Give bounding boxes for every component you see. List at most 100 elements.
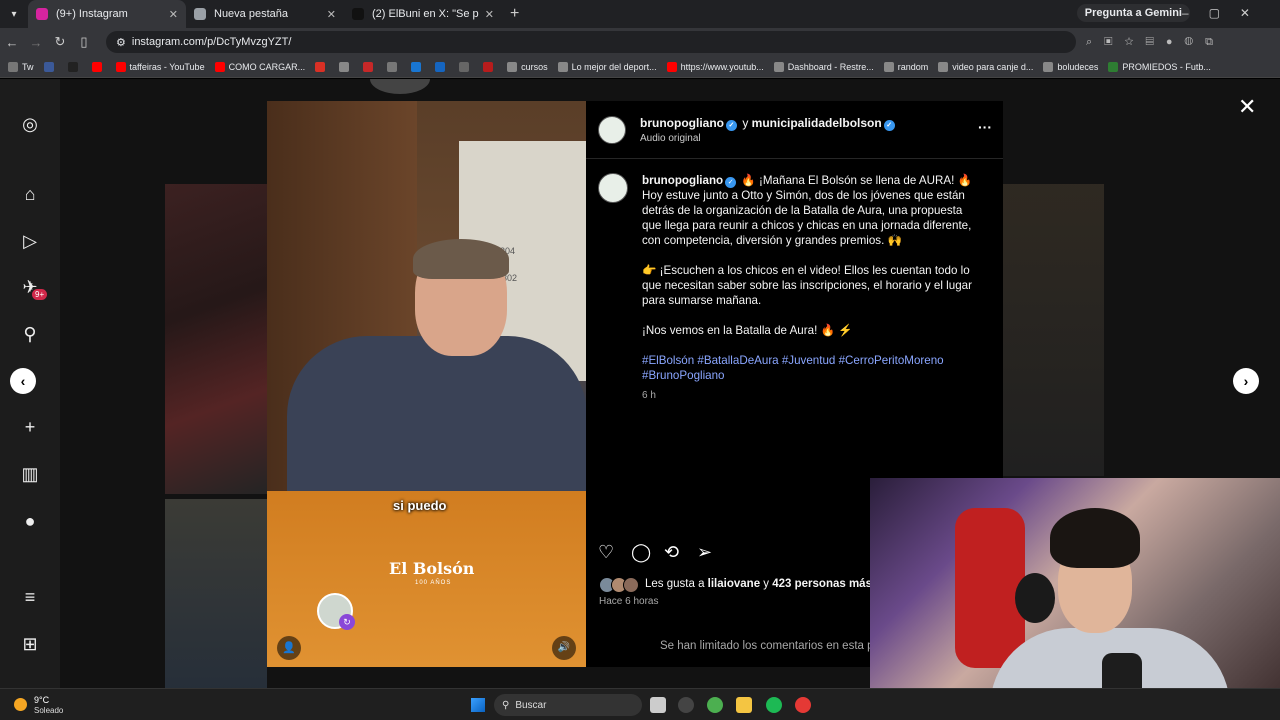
bookmark-favicon-icon: [883, 61, 894, 72]
collab-icon: ↻: [339, 614, 355, 630]
spotify-icon[interactable]: [766, 697, 782, 713]
bookmark-label: Lo mejor del deport...: [571, 61, 657, 72]
task-view-icon[interactable]: [650, 697, 666, 713]
bookmark-item[interactable]: [315, 61, 329, 72]
like-icon[interactable]: ♡: [598, 542, 631, 563]
tab-search-icon[interactable]: ▾: [0, 0, 28, 28]
next-post-arrow-icon[interactable]: ›: [1233, 368, 1259, 394]
bookmark-item[interactable]: [435, 61, 449, 72]
comment-icon[interactable]: ◯: [631, 542, 664, 563]
back-icon[interactable]: ←: [0, 35, 24, 50]
more-icon[interactable]: ⊞: [18, 632, 42, 656]
bookmark-item[interactable]: [363, 61, 377, 72]
browser-toolbar: ← → ↻ ▯ ⚙ instagram.com/p/DcTyMvzgYZT/ ⌕…: [0, 28, 1280, 56]
gemini-button[interactable]: Pregunta a Gemini: [1076, 4, 1190, 22]
likes-prefix: Les gusta a: [645, 578, 705, 590]
share-icon[interactable]: ➢: [697, 542, 730, 563]
profile-icon[interactable]: ●: [18, 509, 42, 533]
create-icon[interactable]: +: [18, 415, 42, 439]
browser-tab[interactable]: Nueva pestaña ✕: [186, 0, 344, 28]
bookmark-item[interactable]: [483, 61, 497, 72]
bookmark-item[interactable]: cursos: [507, 61, 548, 72]
tab-strip: ▾ (9+) Instagram ✕ Nueva pestaña ✕ (2) ElBun…: [0, 0, 1280, 28]
sidepanel-icon[interactable]: ▯: [72, 34, 96, 50]
reels-icon[interactable]: ▷: [18, 229, 42, 253]
window-controls[interactable]: –▢✕: [1182, 6, 1270, 20]
bookmark-item[interactable]: boludeces: [1043, 61, 1098, 72]
verified-icon: ✓: [725, 177, 737, 188]
author-link[interactable]: brunopogliano: [640, 116, 724, 130]
bookmark-item[interactable]: [387, 61, 401, 72]
caption-hashtags[interactable]: #ElBolsón #BatallaDeAura #Juventud #Cerr…: [642, 353, 982, 383]
bookmark-item[interactable]: [91, 61, 106, 72]
bookmark-item[interactable]: taffeiras - YouTube: [115, 61, 205, 72]
bookmark-item[interactable]: PROMIEDOS - Futb...: [1108, 61, 1211, 72]
bookmark-favicon-icon: [459, 61, 470, 72]
weather-temperature[interactable]: 9°C: [34, 695, 49, 705]
bookmark-label: video para canje d...: [952, 61, 1034, 72]
previous-post-arrow-icon[interactable]: ‹: [10, 368, 36, 394]
close-icon[interactable]: ✕: [1238, 94, 1256, 120]
webcam-overlay: [870, 478, 1280, 714]
obs-icon[interactable]: [678, 697, 694, 713]
tab-title: (2) ElBuni en X: "Se puso media: [372, 8, 479, 20]
tab-title: (9+) Instagram: [56, 8, 128, 20]
taskbar-search[interactable]: ⚲ Buscar: [494, 694, 642, 716]
video-table: [267, 491, 586, 667]
likes-count[interactable]: 423 personas más: [772, 578, 872, 590]
tab-close-icon[interactable]: ✕: [169, 8, 178, 21]
caption-avatar[interactable]: [598, 173, 628, 203]
chrome-icon[interactable]: [707, 697, 723, 713]
likers-avatars: [599, 577, 643, 593]
weather-sun-icon[interactable]: [14, 698, 27, 711]
likes-summary[interactable]: Les gusta a lilaiovane y 423 personas má…: [645, 578, 872, 590]
weather-condition[interactable]: Soleado: [34, 706, 63, 715]
instagram-icon[interactable]: ◎: [18, 112, 42, 136]
caption-username[interactable]: brunopogliano: [642, 174, 723, 187]
chrome-profile-icon[interactable]: [795, 697, 811, 713]
bookmark-item[interactable]: [43, 61, 58, 72]
windows-start-icon[interactable]: [471, 698, 485, 712]
tab-favicon-icon: [194, 8, 206, 20]
bookmark-favicon-icon: [214, 61, 225, 72]
browser-tab[interactable]: (9+) Instagram ✕: [28, 0, 186, 28]
reel-video[interactable]: 1304 4302 si puedo El Bolsón 100 AÑOS ↻ …: [267, 101, 586, 667]
bookmark-item[interactable]: Lo mejor del deport...: [557, 61, 657, 72]
bookmark-item[interactable]: [67, 61, 82, 72]
bookmark-favicon-icon: [43, 61, 54, 72]
video-brand-sub: 100 AÑOS: [415, 580, 452, 586]
dashboard-icon[interactable]: ▥: [18, 462, 42, 486]
browser-tab[interactable]: (2) ElBuni en X: "Se puso media ✕: [344, 0, 502, 28]
bookmark-item[interactable]: random: [883, 61, 928, 72]
audio-link[interactable]: Audio original: [640, 133, 701, 144]
bookmark-item[interactable]: [411, 61, 425, 72]
coauthor-link[interactable]: municipalidadelbolson: [752, 116, 882, 130]
tagged-user-icon[interactable]: 👤: [277, 636, 301, 660]
sound-icon[interactable]: 🔊: [552, 636, 576, 660]
bookmark-item[interactable]: https://www.youtub...: [666, 61, 764, 72]
site-info-icon[interactable]: ⚙: [116, 36, 126, 49]
bookmark-item[interactable]: [339, 61, 353, 72]
bookmark-item[interactable]: Tw: [8, 61, 34, 72]
likes-user[interactable]: lilaiovane: [708, 578, 760, 590]
bookmark-item[interactable]: Dashboard - Restre...: [773, 61, 874, 72]
bookmark-item[interactable]: video para canje d...: [938, 61, 1034, 72]
post-caption: brunopogliano ✓ 🔥 ¡Mañana El Bolsón se ll…: [642, 173, 982, 398]
tab-close-icon[interactable]: ✕: [485, 8, 494, 21]
tab-close-icon[interactable]: ✕: [327, 8, 336, 21]
address-bar[interactable]: ⚙ instagram.com/p/DcTyMvzgYZT/: [106, 31, 1076, 53]
author-avatar[interactable]: [598, 116, 626, 144]
menu-icon[interactable]: ≡: [18, 585, 42, 609]
home-icon[interactable]: ⌂: [18, 182, 42, 206]
forward-icon[interactable]: →: [24, 35, 48, 50]
search-icon[interactable]: ⚲: [18, 322, 42, 346]
repost-icon[interactable]: ⟲: [664, 542, 697, 563]
file-explorer-icon[interactable]: [736, 697, 752, 713]
toolbar-extension-icons[interactable]: ⌕▣☆▤●◍⧉: [1086, 36, 1225, 49]
new-tab-button[interactable]: +: [510, 5, 519, 23]
reload-icon[interactable]: ↻: [48, 34, 72, 50]
bookmark-favicon-icon: [557, 61, 568, 72]
bookmark-item[interactable]: COMO CARGAR...: [214, 61, 305, 72]
bookmark-item[interactable]: [459, 61, 473, 72]
more-options-icon[interactable]: ···: [978, 119, 992, 135]
